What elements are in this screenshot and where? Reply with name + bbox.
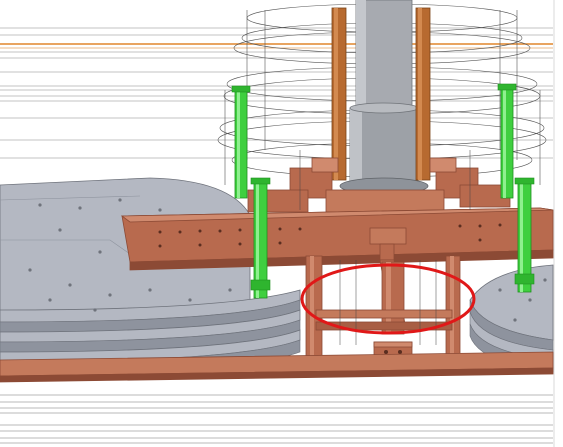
green-standoff-lower-right: [514, 177, 535, 293]
green-standoff-upper-left: [231, 85, 251, 199]
green-standoff-upper-right: [497, 83, 517, 199]
cad-viewport[interactable]: [0, 0, 563, 447]
green-standoff-lower-left: [250, 177, 271, 299]
